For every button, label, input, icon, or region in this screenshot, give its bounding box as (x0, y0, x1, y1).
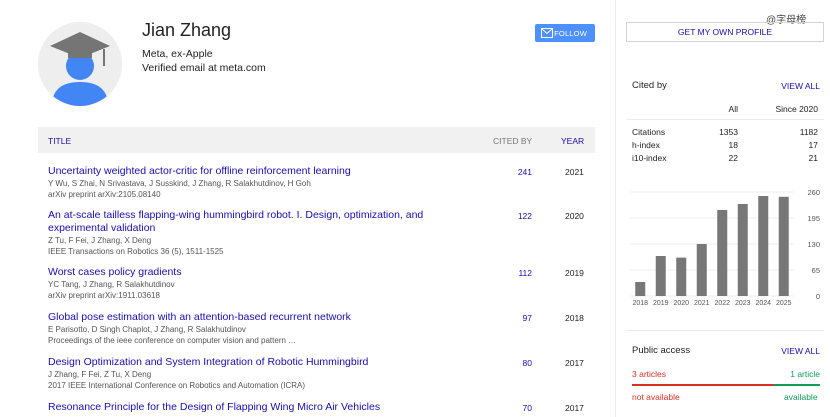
article-title-link[interactable]: Resonance Principle for the Design of Fl… (48, 401, 448, 414)
article-venue: IEEE Transactions on Robotics 36 (5), 15… (48, 247, 224, 256)
chart-x-tick-label: 2019 (653, 300, 669, 307)
article-title-link[interactable]: An at-scale tailless flapping-wing hummi… (48, 209, 433, 235)
available-bar (774, 384, 820, 386)
article-row: Uncertainty weighted actor-critic for of… (48, 165, 595, 200)
chart-bar-2021[interactable] (696, 244, 707, 296)
article-year: 2017 (565, 403, 584, 413)
article-row: Worst cases policy gradients YC Tang, J … (48, 266, 595, 301)
cited-by-view-all-link[interactable]: VIEW ALL (781, 81, 820, 91)
stat-label: i10-index (632, 153, 667, 163)
col-title-sort[interactable]: TITLE (48, 136, 71, 146)
articles-table-header: TITLE CITED BY YEAR (38, 127, 595, 153)
profile-affiliation: Meta, ex-Apple (142, 48, 213, 60)
divider (626, 330, 824, 331)
column-divider (615, 0, 616, 417)
article-venue: arXiv preprint arXiv:2105.08140 (48, 190, 161, 199)
article-row: Design Optimization and System Integrati… (48, 356, 595, 391)
articles-unavailable-link[interactable]: 3 articles (632, 369, 666, 379)
article-cites-link[interactable]: 80 (510, 358, 532, 368)
stats-row: h-index 18 17 (626, 140, 824, 153)
article-title-link[interactable]: Uncertainty weighted actor-critic for of… (48, 165, 433, 178)
cited-by-heading: Cited by (632, 80, 667, 91)
article-year: 2017 (565, 358, 584, 368)
chart-x-tick-label: 2023 (735, 300, 751, 307)
article-row: Global pose estimation with an attention… (48, 311, 595, 346)
follow-button[interactable]: FOLLOW (535, 24, 595, 42)
article-authors: YC Tang, J Zhang, R Salakhutdinov (48, 280, 175, 289)
chart-bar-2020[interactable] (676, 257, 687, 296)
chart-x-tick-label: 2025 (776, 300, 792, 307)
article-cites-link[interactable]: 97 (510, 313, 532, 323)
public-access-view-all-link[interactable]: VIEW ALL (781, 346, 820, 356)
not-available-label: not available (632, 392, 680, 402)
col-year-sort[interactable]: YEAR (561, 136, 584, 146)
chart-y-tick-label: 65 (812, 266, 820, 275)
stat-all: 22 (728, 153, 738, 163)
citations-bar-chart: 260 195 130 65 0 2018 2019 2020 2021 2022 2023 2024… (630, 188, 820, 307)
chart-x-tick-label: 2024 (755, 300, 771, 307)
article-authors: E Parisotto, D Singh Chaplot, J Zhang, R… (48, 325, 246, 334)
chart-y-tick-label: 195 (807, 214, 820, 223)
chart-x-tick-label: 2021 (694, 300, 710, 307)
chart-bar-2024[interactable] (758, 196, 769, 296)
article-venue: Proceedings of the ieee conference on co… (48, 336, 297, 345)
unavailable-bar (632, 384, 774, 386)
article-title-link[interactable]: Worst cases policy gradients (48, 266, 433, 279)
article-authors: Y Wu, S Zhai, N Srivastava, J Susskind, … (48, 179, 311, 188)
stat-all: 18 (728, 140, 738, 150)
chart-bar-2019[interactable] (655, 256, 666, 296)
stat-label: Citations (632, 127, 666, 137)
avatar (38, 22, 122, 106)
chart-y-tick-label: 260 (807, 188, 820, 197)
chart-bar-2025[interactable] (778, 196, 789, 296)
chart-bar-2018[interactable] (635, 282, 646, 296)
graduate-avatar-icon (38, 22, 122, 106)
article-venue: arXiv preprint arXiv:1911.03618 (48, 291, 160, 300)
article-year: 2021 (565, 167, 584, 177)
chart-x-tick-label: 2022 (714, 300, 730, 307)
available-label: available (784, 392, 818, 402)
envelope-icon (541, 28, 553, 38)
stats-row: i10-index 22 21 (626, 153, 824, 166)
chart-x-tick-label: 2018 (632, 300, 648, 307)
article-row: An at-scale tailless flapping-wing hummi… (48, 209, 595, 257)
stat-since: 21 (808, 153, 818, 163)
follow-label: FOLLOW (554, 28, 587, 38)
article-cites-link[interactable]: 70 (510, 403, 532, 413)
article-venue: 2017 IEEE International Conference on Ro… (48, 381, 306, 390)
get-my-own-profile-button[interactable]: GET MY OWN PROFILE (626, 22, 824, 42)
chart-x-tick-label: 2020 (673, 300, 689, 307)
col-cited-by-sort[interactable]: CITED BY (493, 136, 532, 146)
chart-bar-2023[interactable] (737, 204, 748, 296)
article-title-link[interactable]: Global pose estimation with an attention… (48, 311, 433, 324)
chart-bar-2022[interactable] (717, 210, 728, 296)
sidebar: GET MY OWN PROFILE Cited by VIEW ALL All… (626, 0, 826, 417)
chart-y-tick-label: 130 (807, 240, 820, 249)
article-cites-link[interactable]: 241 (510, 167, 532, 177)
profile-email: Verified email at meta.com (142, 62, 266, 74)
divider (626, 119, 824, 120)
article-year: 2020 (565, 211, 584, 221)
chart-y-tick-label: 0 (816, 292, 820, 301)
col-all: All (728, 104, 738, 114)
article-authors: J Zhang, F Fei, Z Tu, X Deng (48, 370, 152, 379)
col-since: Since 2020 (775, 104, 818, 114)
stat-label: h-index (632, 140, 660, 150)
articles-available-link[interactable]: 1 article (790, 369, 820, 379)
public-access-heading: Public access (632, 345, 691, 356)
stat-since: 17 (808, 140, 818, 150)
article-cites-link[interactable]: 112 (510, 268, 532, 278)
stats-row: Citations 1353 1182 (626, 127, 824, 140)
article-year: 2018 (565, 313, 584, 323)
profile-name: Jian Zhang (142, 20, 232, 40)
article-authors: Z Tu, F Fei, J Zhang, X Deng (48, 236, 152, 245)
article-year: 2019 (565, 268, 584, 278)
article-cites-link[interactable]: 122 (510, 211, 532, 221)
article-title-link[interactable]: Design Optimization and System Integrati… (48, 356, 433, 369)
article-row: Resonance Principle for the Design of Fl… (48, 401, 595, 414)
stat-all: 1353 (719, 127, 738, 137)
profile-main: Jian Zhang Meta, ex-Apple Verified email… (0, 0, 615, 417)
stats-header-row: All Since 2020 (626, 104, 824, 117)
stat-since: 1182 (799, 127, 818, 137)
